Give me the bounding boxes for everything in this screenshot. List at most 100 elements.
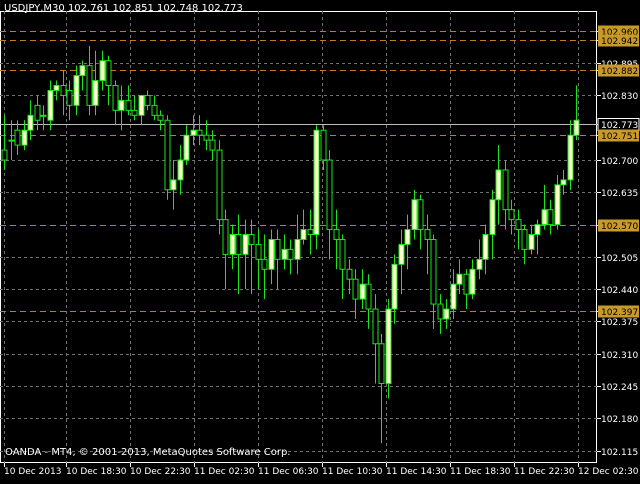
candle-bullish [482,234,489,260]
candle-bullish [476,258,483,270]
candle-bullish [27,114,34,131]
candle-bearish [235,234,242,255]
candle-bullish [313,129,320,236]
candle-bearish [547,209,554,226]
candle-bearish [515,219,522,231]
candle-bearish [424,229,431,240]
y-axis-label: 102.180 [601,415,638,425]
candle-bullish [99,60,106,82]
candle-bullish [281,248,288,260]
candle-bearish [320,129,327,161]
x-axis-label: 10 Dec 18:30 [66,467,127,477]
y-axis-label: 102.700 [601,157,638,167]
candle-bearish [1,149,8,161]
candle-bearish [164,119,171,191]
x-axis-label: 11 Dec 02:30 [194,467,255,477]
candle-bullish [411,199,418,231]
candle-bearish [261,258,268,270]
x-axis-label: 12 Dec 02:30 [578,467,639,477]
candle-bearish [209,139,216,151]
candle-bullish [53,85,60,91]
y-axis-label: 102.830 [601,92,638,102]
candle-bearish [196,129,203,136]
candle-bearish [333,229,340,240]
candle-bullish [229,234,236,255]
candle-bullish [79,65,86,77]
candle-bearish [274,238,281,260]
candle-bearish [365,283,372,310]
candle-bearish [131,109,138,116]
candle-bullish [391,263,398,310]
candle-bullish [47,89,54,121]
y-axis-label: 102.310 [601,351,638,361]
candle-bullish [40,114,47,117]
x-axis-label: 11 Dec 10:30 [322,467,383,477]
y-axis-label: 102.245 [601,383,638,393]
candle-bearish [339,238,346,270]
candle-bullish [21,129,28,146]
chart-canvas[interactable]: 102.960102.942102.895102.882102.830102.7… [0,0,640,480]
candle-bullish [554,184,561,226]
candle-bullish [469,268,476,295]
candle-bullish [456,273,463,285]
candle-bullish [177,159,184,181]
y-axis-label: 102.942 [601,37,638,47]
candle-bearish [521,229,528,250]
x-axis-label: 10 Dec 22:30 [130,467,191,477]
candle-bullish [183,134,190,161]
y-axis-label: 102.440 [601,286,638,296]
candle-bullish [138,94,145,116]
candle-bullish [443,308,450,320]
candle-bearish [508,209,515,221]
y-axis-label: 102.882 [601,67,638,77]
candle-bullish [567,134,574,181]
y-axis-label: 102.375 [601,318,638,328]
candle-bearish [430,238,437,305]
candle-bullish [170,179,177,191]
candle-bullish [118,99,125,111]
x-axis-label: 11 Dec 18:30 [450,467,511,477]
candle-bearish [437,303,444,320]
candle-bullish [528,234,535,250]
candle-bearish [125,99,132,111]
candle-bearish [326,159,333,231]
candle-bullish [242,234,249,255]
candle-bullish [541,209,548,226]
candle-bullish [534,224,541,236]
candle-bearish [346,268,353,280]
candle-bullish [573,119,580,136]
candle-bearish [463,273,470,295]
candle-bullish [385,308,392,385]
candle-bullish [190,129,197,136]
x-axis-label: 11 Dec 14:30 [386,467,447,477]
candle-bullish [8,139,15,142]
candle-bearish [86,65,93,106]
candle-bullish [294,238,301,260]
candle-bearish [248,234,255,245]
candle-bearish [66,89,73,106]
candle-bullish [404,229,411,245]
x-axis-label: 10 Dec 2013 [4,467,62,477]
candle-bullish [268,238,275,270]
y-axis-label: 102.635 [601,189,638,199]
candle-bullish [489,199,496,236]
candle-bearish [222,219,229,255]
broker-copyright: OANDA - MT4, © 2001-2013, MetaQuotes Sof… [5,447,291,458]
candle-bearish [14,129,21,146]
price-chart[interactable]: 102.960102.942102.895102.882102.830102.7… [0,0,640,480]
candle-bearish [378,343,385,385]
candle-bullish [300,229,307,240]
candle-bearish [60,85,67,96]
candle-bullish [560,179,567,186]
candle-bearish [144,94,151,106]
candle-bullish [495,169,502,201]
candle-bearish [255,243,262,260]
candle-bearish [216,149,223,221]
candle-bullish [450,283,457,310]
candle-bullish [359,283,366,300]
candle-bearish [151,104,158,116]
candle-bearish [307,229,314,236]
candle-bearish [203,134,210,141]
candle-bearish [157,114,164,121]
x-axis-label: 11 Dec 22:30 [514,467,575,477]
